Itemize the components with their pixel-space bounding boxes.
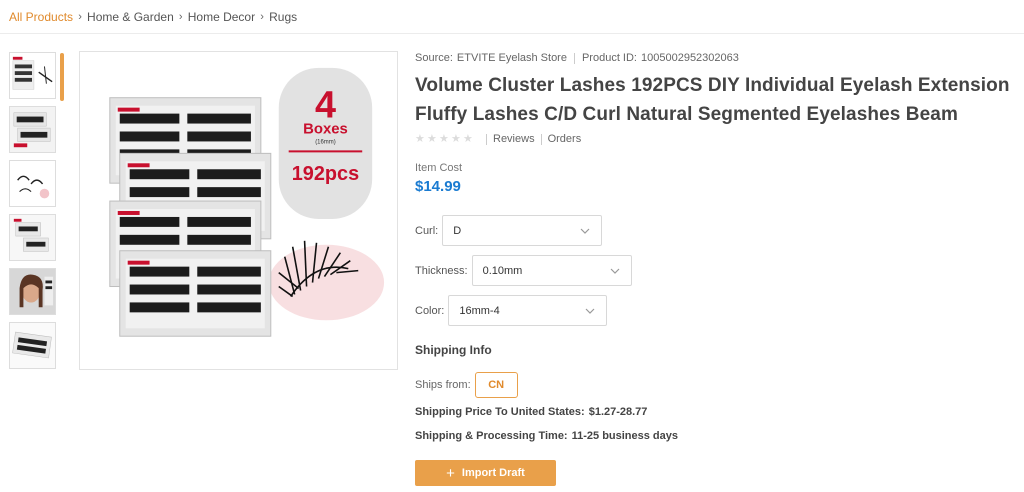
breadcrumb-divider xyxy=(0,33,1024,34)
ships-from-row: Ships from: CN xyxy=(415,372,518,398)
color-select-value: 16mm-4 xyxy=(459,304,500,317)
shipping-price-value: $1.27-28.77 xyxy=(588,406,648,418)
color-label: Color: xyxy=(415,304,445,317)
ratings-row: ★ ★ ★ ★ ★ Reviews Orders xyxy=(415,133,581,145)
thumbnail-4-image xyxy=(10,215,55,260)
product-title: Volume Cluster Lashes 192PCS DIY Individ… xyxy=(415,75,1010,125)
star-icon: ★ xyxy=(415,132,425,145)
lash-boxes-illustration: 4 Boxes (16mm) 192pcs xyxy=(80,52,397,369)
chevron-down-icon xyxy=(585,308,595,314)
star-icon: ★ xyxy=(427,132,437,145)
thickness-select-value: 0.10mm xyxy=(482,264,523,277)
thumbnail-scrollbar[interactable] xyxy=(60,53,64,101)
thumbnail-2[interactable] xyxy=(9,106,56,153)
thumbnail-5[interactable] xyxy=(9,268,56,315)
thumbnail-1-image xyxy=(10,53,55,98)
curl-option: Curl: D xyxy=(415,215,603,246)
thickness-label: Thickness: xyxy=(415,264,468,277)
ratings-divider xyxy=(540,133,542,145)
product-id-label: Product ID: xyxy=(581,52,637,64)
thumbnail-6-image xyxy=(10,323,55,368)
chevron-right-icon: › xyxy=(260,11,264,23)
thumbnail-3[interactable] xyxy=(9,160,56,207)
thickness-select[interactable]: 0.10mm xyxy=(471,255,632,286)
reviews-link[interactable]: Reviews xyxy=(493,133,535,145)
thumbnail-1[interactable] xyxy=(9,52,56,99)
thumbnail-2-image xyxy=(10,107,55,152)
star-rating: ★ ★ ★ ★ ★ xyxy=(415,132,474,145)
product-meta: Source: ETVITE Eyelash Store Product ID:… xyxy=(415,52,739,64)
orders-link[interactable]: Orders xyxy=(548,133,582,145)
breadcrumb-home-decor[interactable]: Home Decor xyxy=(188,10,255,24)
breadcrumb-rugs[interactable]: Rugs xyxy=(269,10,297,24)
import-draft-label: Import Draft xyxy=(461,467,525,479)
thumbnail-6[interactable] xyxy=(9,322,56,369)
breadcrumb-all-products[interactable]: All Products xyxy=(9,10,73,24)
badge-size: (16mm) xyxy=(315,139,336,145)
badge-word: Boxes xyxy=(303,121,348,137)
shipping-price-row: Shipping Price To United States: $1.27-28… xyxy=(415,406,647,418)
chevron-down-icon xyxy=(580,228,590,234)
badge-count: 192pcs xyxy=(292,163,359,185)
curl-label: Curl: xyxy=(415,224,439,237)
star-icon: ★ xyxy=(463,132,473,145)
shipping-time-value: 11-25 business days xyxy=(571,430,679,442)
star-icon: ★ xyxy=(451,132,461,145)
product-id-value: 1005002952302063 xyxy=(641,52,739,64)
source-label: Source: xyxy=(415,52,453,64)
thumbnail-4[interactable] xyxy=(9,214,56,261)
breadcrumb-home-garden[interactable]: Home & Garden xyxy=(87,10,174,24)
thumbnail-3-image xyxy=(10,161,55,206)
chevron-right-icon: › xyxy=(78,11,82,23)
shipping-info-heading: Shipping Info xyxy=(415,343,492,357)
import-draft-button[interactable]: + Import Draft xyxy=(415,460,556,486)
source-value: ETVITE Eyelash Store xyxy=(456,52,567,64)
star-icon: ★ xyxy=(439,132,449,145)
shipping-time-label: Shipping & Processing Time: xyxy=(415,430,568,442)
chevron-right-icon: › xyxy=(178,11,183,23)
ships-from-label: Ships from: xyxy=(415,379,471,391)
color-option: Color: 16mm-4 xyxy=(415,295,608,326)
curl-select-value: D xyxy=(453,224,462,237)
color-select[interactable]: 16mm-4 xyxy=(448,295,608,326)
chevron-down-icon xyxy=(610,268,620,274)
badge-number: 4 xyxy=(315,85,336,127)
thumbnail-list xyxy=(9,52,59,376)
meta-divider xyxy=(573,52,575,64)
shipping-price-label: Shipping Price To United States: xyxy=(415,406,585,418)
item-cost-label: Item Cost xyxy=(415,162,463,174)
breadcrumb: All Products › Home & Garden › Home Deco… xyxy=(9,9,297,25)
item-cost-value: $14.99 xyxy=(415,178,461,195)
ships-from-cn-button[interactable]: CN xyxy=(474,372,518,398)
shipping-time-row: Shipping & Processing Time: 11-25 busines… xyxy=(415,430,678,442)
main-product-image[interactable]: 4 Boxes (16mm) 192pcs xyxy=(79,51,398,370)
thickness-option: Thickness: 0.10mm xyxy=(415,255,632,286)
thumbnail-5-image xyxy=(10,269,55,314)
curl-select[interactable]: D xyxy=(442,215,603,246)
plus-icon: + xyxy=(446,464,455,482)
ratings-divider xyxy=(486,133,487,145)
